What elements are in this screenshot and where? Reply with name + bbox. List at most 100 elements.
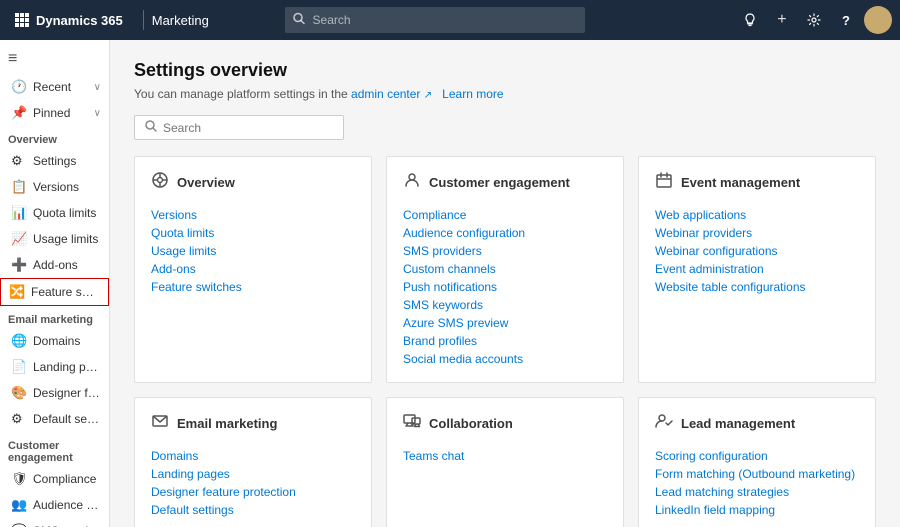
sidebar-item-feature-switches[interactable]: 🔀 Feature switches [0, 278, 109, 306]
sidebar-item-recent[interactable]: 🕐 Recent ∨ [0, 74, 109, 100]
settings-button[interactable] [800, 6, 828, 34]
card-link-custom-channels[interactable]: Custom channels [403, 260, 607, 278]
card-link-linkedin[interactable]: LinkedIn field mapping [655, 501, 859, 519]
card-lead-icon [655, 412, 673, 435]
sidebar-item-compliance[interactable]: 🛡 Compliance [0, 466, 109, 492]
card-link-sms-keywords[interactable]: SMS keywords [403, 296, 607, 314]
default-icon: ⚙ [11, 411, 27, 427]
sidebar-item-pinned[interactable]: 📌 Pinned ∨ [0, 100, 109, 126]
card-collab-header: Collaboration [403, 412, 607, 435]
card-collaboration: Collaboration Teams chat [386, 397, 624, 527]
card-link-compliance[interactable]: Compliance [403, 206, 607, 224]
card-link-domains[interactable]: Domains [151, 447, 355, 465]
card-link-scoring[interactable]: Scoring configuration [655, 447, 859, 465]
user-avatar[interactable] [864, 6, 892, 34]
sidebar-label-versions: Versions [33, 180, 101, 194]
card-collab-title: Collaboration [429, 416, 513, 431]
sidebar-item-designer[interactable]: 🎨 Designer feature ... [0, 380, 109, 406]
waffle-menu-button[interactable] [8, 6, 36, 34]
quota-icon: 📊 [11, 205, 27, 221]
card-email-title: Email marketing [177, 416, 277, 431]
card-lead-management: Lead management Scoring configuration Fo… [638, 397, 876, 527]
lightbulb-button[interactable] [736, 6, 764, 34]
card-event-management: Event management Web applications Webina… [638, 156, 876, 383]
add-button[interactable]: + [768, 6, 796, 34]
sidebar-item-quota[interactable]: 📊 Quota limits [0, 200, 109, 226]
card-collab-icon [403, 412, 421, 435]
search-area [285, 7, 585, 33]
card-link-quota-limits[interactable]: Quota limits [151, 224, 355, 242]
card-link-form-matching[interactable]: Form matching (Outbound marketing) [655, 465, 859, 483]
cards-grid: Overview Versions Quota limits Usage lim… [134, 156, 876, 527]
sidebar-item-versions[interactable]: 📋 Versions [0, 174, 109, 200]
card-email-header: Email marketing [151, 412, 355, 435]
top-navigation: Dynamics 365 Marketing + ? [0, 0, 900, 40]
sidebar-label-usage: Usage limits [33, 232, 101, 246]
card-link-web-apps[interactable]: Web applications [655, 206, 859, 224]
card-link-teams-chat[interactable]: Teams chat [403, 447, 607, 465]
card-link-social-media[interactable]: Social media accounts [403, 350, 607, 368]
sidebar-label-recent: Recent [33, 80, 88, 94]
content-search-wrap [134, 115, 876, 140]
card-link-website-table[interactable]: Website table configurations [655, 278, 859, 296]
card-link-push-notifications[interactable]: Push notifications [403, 278, 607, 296]
card-link-feature-switches[interactable]: Feature switches [151, 278, 355, 296]
card-link-designer-fp[interactable]: Designer feature protection [151, 483, 355, 501]
card-lead-title: Lead management [681, 416, 795, 431]
sidebar-item-landing[interactable]: 📄 Landing pages [0, 354, 109, 380]
sidebar-label-designer: Designer feature ... [33, 386, 101, 400]
card-link-landing-pages[interactable]: Landing pages [151, 465, 355, 483]
card-link-event-admin[interactable]: Event administration [655, 260, 859, 278]
card-link-webinar-configs[interactable]: Webinar configurations [655, 242, 859, 260]
card-link-audience-config[interactable]: Audience configuration [403, 224, 607, 242]
card-event-title: Event management [681, 175, 800, 190]
sidebar-label-domains: Domains [33, 334, 101, 348]
admin-center-link[interactable]: admin center ↗ [351, 87, 435, 101]
sidebar-item-sms[interactable]: 💬 SMS providers [0, 518, 109, 527]
brand-name: Dynamics 365 [36, 13, 123, 28]
sidebar-item-audience[interactable]: 👥 Audience configu... [0, 492, 109, 518]
help-button[interactable]: ? [832, 6, 860, 34]
card-link-brand-profiles[interactable]: Brand profiles [403, 332, 607, 350]
app-name: Marketing [152, 13, 209, 28]
content-search-bar [134, 115, 344, 140]
card-customer-header: Customer engagement [403, 171, 607, 194]
card-link-webinar-providers[interactable]: Webinar providers [655, 224, 859, 242]
sidebar-item-default[interactable]: ⚙ Default settings [0, 406, 109, 432]
pin-icon: 📌 [11, 105, 27, 121]
sidebar-label-settings: Settings [33, 154, 101, 168]
usage-icon: 📈 [11, 231, 27, 247]
sms-icon: 💬 [11, 523, 27, 527]
sidebar-item-settings[interactable]: ⚙ Settings [0, 148, 109, 174]
sidebar-section-customer: Customer engagement [0, 432, 109, 466]
sidebar-hamburger[interactable]: ≡ [0, 44, 109, 74]
card-link-azure-sms[interactable]: Azure SMS preview [403, 314, 607, 332]
card-overview-header: Overview [151, 171, 355, 194]
landing-icon: 📄 [11, 359, 27, 375]
recent-icon: 🕐 [11, 79, 27, 95]
card-link-lead-matching[interactable]: Lead matching strategies [655, 483, 859, 501]
sidebar-label-feature-switches: Feature switches [31, 285, 100, 299]
card-link-default-settings[interactable]: Default settings [151, 501, 355, 519]
designer-icon: 🎨 [11, 385, 27, 401]
sidebar-item-usage[interactable]: 📈 Usage limits [0, 226, 109, 252]
page-title: Settings overview [134, 60, 876, 81]
sidebar-label-pinned: Pinned [33, 106, 88, 120]
sidebar-item-domains[interactable]: 🌐 Domains [0, 328, 109, 354]
sidebar-label-quota: Quota limits [33, 206, 101, 220]
card-link-usage-limits[interactable]: Usage limits [151, 242, 355, 260]
sidebar-item-addons[interactable]: ➕ Add-ons [0, 252, 109, 278]
card-email-marketing: Email marketing Domains Landing pages De… [134, 397, 372, 527]
topnav-icons: + ? [736, 6, 892, 34]
card-link-sms-providers[interactable]: SMS providers [403, 242, 607, 260]
global-search-input[interactable] [285, 7, 585, 33]
nav-divider [143, 10, 144, 30]
addons-icon: ➕ [11, 257, 27, 273]
learn-more-link[interactable]: Learn more [442, 87, 503, 101]
compliance-icon: 🛡 [11, 471, 27, 487]
sidebar-label-addons: Add-ons [33, 258, 101, 272]
card-overview-icon [151, 171, 169, 194]
content-search-input[interactable] [163, 121, 333, 135]
card-link-versions[interactable]: Versions [151, 206, 355, 224]
card-link-addons[interactable]: Add-ons [151, 260, 355, 278]
